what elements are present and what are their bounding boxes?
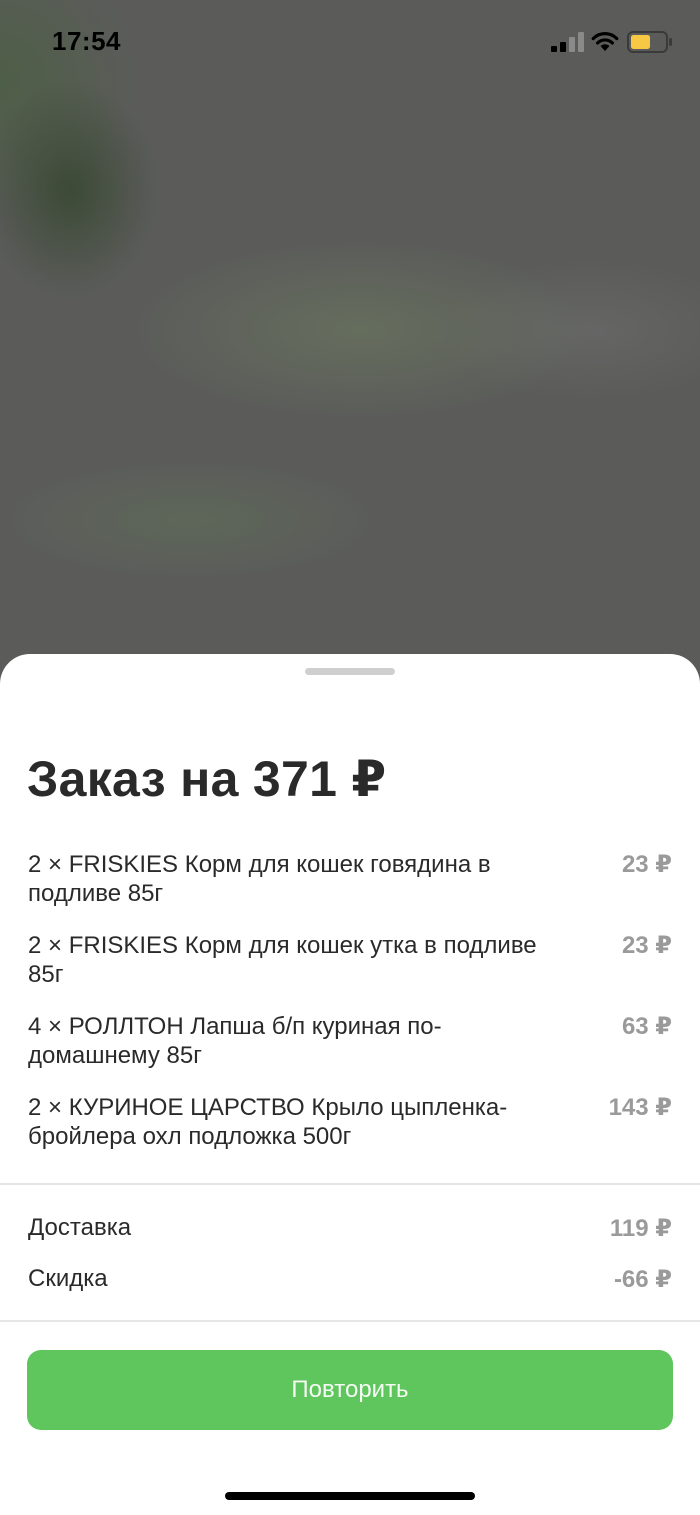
status-time: 17:54	[52, 26, 121, 56]
item-price: 23 ₽	[621, 851, 672, 878]
item-name: 4 × РОЛЛТОН Лапша б/п куриная по-домашне…	[28, 1013, 442, 1069]
order-bottom-sheet: Заказ на 371 ₽ 2 × FRISKIES Корм для кош…	[0, 654, 700, 1515]
discount-value: -66 ₽	[613, 1266, 672, 1293]
discount-label: Скидка	[28, 1265, 108, 1292]
divider	[0, 1183, 700, 1185]
delivery-value: 119 ₽	[609, 1215, 672, 1242]
battery-icon	[627, 31, 672, 53]
item-name: 2 × FRISKIES Корм для кошек утка в подли…	[28, 932, 537, 988]
order-title: Заказ на 371 ₽	[27, 751, 387, 807]
signal-icon	[551, 32, 584, 52]
item-price: 143 ₽	[608, 1094, 672, 1121]
map-backdrop	[0, 0, 700, 700]
status-bar: 17:54	[0, 0, 700, 86]
discount-row: Скидка -66 ₽	[28, 1265, 672, 1297]
home-indicator[interactable]	[225, 1492, 475, 1500]
repeat-order-button[interactable]: Повторить	[27, 1350, 673, 1430]
sheet-grabber[interactable]	[305, 668, 395, 675]
wifi-icon	[591, 32, 619, 51]
delivery-label: Доставка	[28, 1214, 132, 1241]
item-name: 2 × КУРИНОЕ ЦАРСТВО Крыло цыпленка-бройл…	[28, 1094, 508, 1150]
item-name: 2 × FRISKIES Корм для кошек говядина в п…	[28, 851, 491, 907]
delivery-row: Доставка 119 ₽	[28, 1214, 672, 1246]
item-price: 63 ₽	[621, 1013, 672, 1040]
item-price: 23 ₽	[621, 932, 672, 959]
divider	[0, 1320, 700, 1322]
